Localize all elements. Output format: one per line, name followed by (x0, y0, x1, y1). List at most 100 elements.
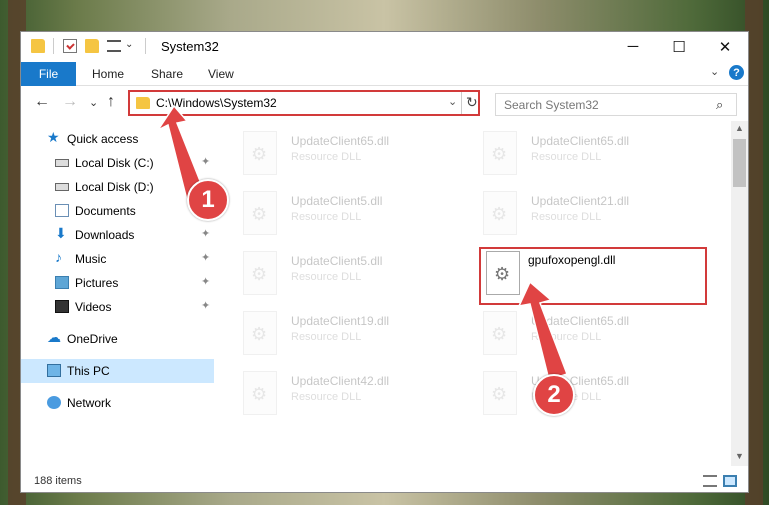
search-placeholder: Search System32 (504, 98, 599, 112)
dll-file-icon: ⚙ (243, 371, 277, 415)
item-count: 188 items (34, 475, 82, 487)
dll-file-icon: ⚙ (483, 131, 517, 175)
refresh-icon[interactable]: ↻ (466, 94, 478, 111)
scroll-up-icon[interactable]: ▲ (735, 123, 744, 133)
address-path[interactable]: C:\Windows\System32 (156, 96, 277, 110)
customize-dropdown-icon[interactable]: ⌄ (125, 39, 133, 50)
drive-icon (55, 183, 69, 191)
title-bar: ⌄ System32 ─ ☐ ✕ (21, 32, 748, 61)
dll-file-icon: ⚙ (243, 131, 277, 175)
new-folder-icon[interactable] (85, 39, 99, 53)
tab-view[interactable]: View (208, 67, 234, 81)
file-list: ⚙ UpdateClient65.dll Resource DLL ⚙ UpdateCl… (231, 121, 731, 461)
pictures-icon (55, 276, 69, 289)
chevron-down-icon[interactable]: ⌄ (448, 95, 457, 108)
tab-share[interactable]: Share (151, 67, 183, 81)
vertical-scrollbar[interactable]: ▲ ▼ (731, 121, 748, 466)
sidebar-item-label: OneDrive (67, 332, 118, 346)
properties-icon[interactable] (63, 39, 77, 53)
sidebar-item-onedrive[interactable]: ☁ OneDrive (21, 327, 214, 351)
this-pc-icon (47, 364, 61, 377)
downloads-icon: ⬇ (55, 225, 67, 241)
file-name: UpdateClient42.dll (291, 374, 390, 388)
gear-icon: ⚙ (491, 324, 508, 344)
view-icon[interactable] (107, 40, 121, 52)
sidebar-item-label: Pictures (75, 276, 119, 290)
large-icons-view-icon[interactable] (723, 475, 737, 487)
sidebar-item-label: Documents (75, 204, 136, 218)
scroll-down-icon[interactable]: ▼ (735, 451, 744, 461)
file-item[interactable]: ⚙ UpdateClient19.dll Resource DLL (243, 309, 473, 369)
recent-locations-button[interactable]: ⌄ (89, 96, 98, 109)
sidebar-item-label: Videos (75, 300, 112, 314)
maximize-button[interactable]: ☐ (656, 32, 702, 61)
gear-icon: ⚙ (251, 324, 268, 344)
address-separator (461, 92, 462, 114)
gear-icon: ⚙ (251, 144, 268, 164)
details-view-icon[interactable] (703, 475, 717, 487)
file-type: Resource DLL (531, 331, 602, 343)
close-button[interactable]: ✕ (702, 32, 748, 61)
tab-file[interactable]: File (21, 62, 76, 86)
minimize-button[interactable]: ─ (610, 32, 656, 61)
dll-file-icon: ⚙ (243, 191, 277, 235)
file-type: Resource DLL (291, 331, 362, 343)
search-icon[interactable]: ⌕ (716, 97, 723, 113)
file-item-gpufoxopengl[interactable]: ⚙ gpufoxopengl.dll (479, 247, 707, 305)
pin-icon: ✦ (201, 252, 211, 264)
sidebar-item-local-disk-d[interactable]: Local Disk (D:)✦ (21, 175, 214, 199)
gear-icon: ⚙ (491, 204, 508, 224)
dll-file-icon: ⚙ (483, 311, 517, 355)
sidebar-item-pictures[interactable]: Pictures ✦ (21, 271, 214, 295)
tab-home[interactable]: Home (92, 67, 124, 81)
up-button[interactable]: ↑ (107, 93, 115, 111)
gear-icon: ⚙ (251, 264, 268, 284)
gear-icon: ⚙ (251, 384, 268, 404)
file-name: UpdateClient19.dll (291, 314, 390, 328)
pin-icon: ✦ (201, 276, 211, 288)
file-item[interactable]: ⚙UpdateClient65.dllResource DLL (483, 309, 713, 369)
sidebar-item-videos[interactable]: Videos ✦ (21, 295, 214, 319)
back-button[interactable]: ← (34, 93, 50, 111)
file-name: UpdateClient21.dll (531, 194, 630, 208)
onedrive-icon: ☁ (47, 329, 61, 345)
sidebar-item-quick-access[interactable]: ★ Quick access (21, 127, 214, 151)
sidebar-item-network[interactable]: Network (21, 391, 214, 415)
help-icon[interactable]: ? (729, 65, 744, 80)
file-item[interactable]: ⚙UpdateClient65.dllResource DLL (243, 129, 473, 189)
forward-button[interactable]: → (62, 93, 78, 111)
expand-ribbon-icon[interactable]: ⌄ (710, 65, 719, 78)
folder-icon (136, 97, 150, 109)
address-bar[interactable]: C:\Windows\System32 ⌄ ↻ (128, 90, 480, 116)
gear-icon: ⚙ (491, 144, 508, 164)
dll-file-icon: ⚙ (243, 251, 277, 295)
file-type: Resource DLL (531, 151, 602, 163)
dll-file-icon: ⚙ (483, 191, 517, 235)
sidebar-item-local-disk-c[interactable]: Local Disk (C:) ✦ (21, 151, 214, 175)
file-item[interactable]: ⚙ UpdateClient5.dll Resource DLL (243, 189, 473, 249)
sidebar-item-label: Local Disk (D:) (75, 180, 154, 194)
videos-icon (55, 300, 69, 313)
folder-icon[interactable] (31, 39, 45, 53)
file-item[interactable]: ⚙UpdateClient65.dllResource DLL (483, 129, 713, 189)
sidebar-item-downloads[interactable]: ⬇ Downloads ✦ (21, 223, 214, 247)
gear-icon: ⚙ (251, 204, 268, 224)
file-type: Resource DLL (291, 211, 362, 223)
file-item[interactable]: ⚙ UpdateClient42.dll Resource DLL (243, 369, 473, 429)
gear-icon: ⚙ (491, 384, 508, 404)
pin-icon: ✦ (201, 156, 211, 168)
navigation-pane: ★ Quick access Local Disk (C:) ✦ Local Disk … (21, 127, 216, 457)
network-icon (47, 396, 61, 409)
music-icon: ♪ (55, 249, 62, 265)
scrollbar-thumb[interactable] (733, 139, 746, 187)
file-type: Resource DLL (291, 271, 362, 283)
file-item[interactable]: ⚙ UpdateClient21.dll Resource DLL (483, 189, 713, 249)
sidebar-item-music[interactable]: ♪ Music ✦ (21, 247, 214, 271)
file-item[interactable]: ⚙UpdateClient65.dllResource DLL (483, 369, 713, 429)
file-explorer-window: ⌄ System32 ─ ☐ ✕ File Home Share View ⌄ … (20, 31, 749, 493)
sidebar-item-this-pc[interactable]: This PC (21, 359, 214, 383)
sidebar-item-documents[interactable]: Documents✦ (21, 199, 214, 223)
dll-file-icon: ⚙ (483, 371, 517, 415)
file-item[interactable]: ⚙ UpdateClient5.dll Resource DLL (243, 249, 473, 309)
search-input[interactable]: Search System32 ⌕ (495, 93, 737, 116)
